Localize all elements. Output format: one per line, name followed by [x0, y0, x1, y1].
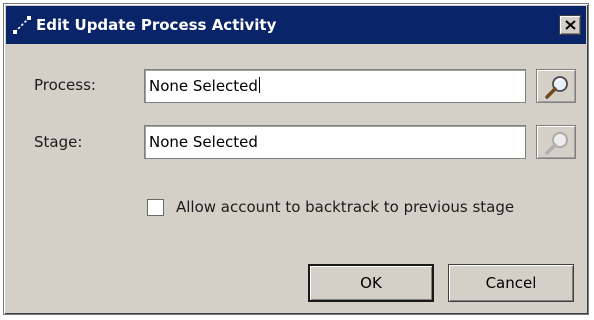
edit-update-process-activity-dialog: Edit Update Process Activity Process: No…	[3, 3, 589, 315]
process-field[interactable]: None Selected	[144, 69, 526, 103]
process-label: Process:	[34, 76, 96, 94]
stage-lookup-button[interactable]	[536, 125, 576, 159]
magnifier-icon	[545, 76, 568, 99]
backtrack-checkbox-label[interactable]: Allow account to backtrack to previous s…	[176, 198, 514, 216]
title-bar[interactable]: Edit Update Process Activity	[6, 6, 586, 44]
magnifier-icon	[545, 132, 568, 155]
stage-value: None Selected	[149, 133, 258, 151]
close-icon	[565, 20, 576, 30]
backtrack-checkbox[interactable]	[147, 199, 164, 216]
cancel-button[interactable]: Cancel	[448, 264, 574, 302]
stage-field[interactable]: None Selected	[144, 125, 526, 159]
ok-button[interactable]: OK	[308, 264, 434, 302]
process-value: None Selected	[149, 77, 258, 95]
close-button[interactable]	[559, 15, 581, 35]
stage-label: Stage:	[34, 133, 83, 151]
text-caret	[258, 77, 260, 93]
dialog-title: Edit Update Process Activity	[36, 16, 277, 34]
connector-icon	[12, 15, 32, 35]
process-lookup-button[interactable]	[536, 69, 576, 103]
